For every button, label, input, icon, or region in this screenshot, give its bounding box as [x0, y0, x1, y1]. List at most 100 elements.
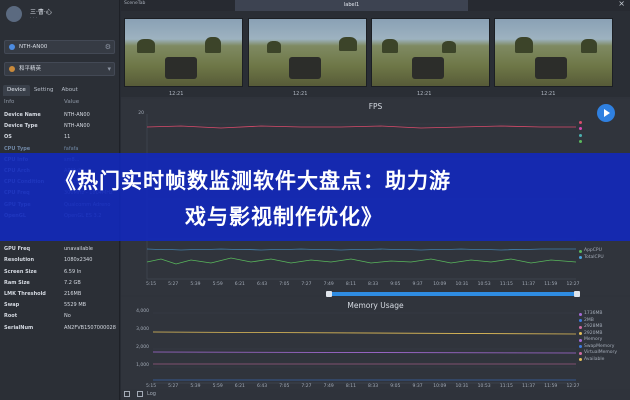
x-tick-label: 5:59 [212, 282, 223, 287]
banner-title-line1: 《热门实时帧数监测软件大盘点：助力游 [55, 169, 451, 193]
info-row: Swap 5529 MB [4, 301, 117, 312]
available-line [152, 331, 577, 335]
info-value: 5529 MB [64, 302, 87, 309]
screenshot-thumbnail[interactable] [124, 18, 243, 87]
device-select-value: NTH-AN00 [19, 44, 48, 50]
log-bar: Log [121, 389, 630, 400]
user-name: 三·曹·心 [30, 9, 52, 16]
tab-device[interactable]: Device [3, 85, 30, 96]
info-value: 1080x2340 [64, 257, 93, 264]
memory-line [152, 351, 577, 354]
info-row: LMK Threshold 216MB [4, 290, 117, 301]
avatar [6, 6, 22, 22]
x-tick-label: 9:37 [412, 282, 423, 287]
scene-tabbar: SceneTab label1 × [121, 0, 630, 11]
info-row: Ram Size 7.2 GB [4, 279, 117, 290]
x-tick-label: 11:59 [544, 282, 558, 287]
appcpu-line [146, 257, 577, 265]
info-value: 6.59 In [64, 268, 82, 275]
info-key: Swap [4, 302, 20, 309]
info-row: Device Type NTH-AN00 [4, 122, 117, 133]
info-key: SerialNum [4, 324, 34, 331]
column-value: Value [64, 99, 80, 105]
x-tick-label: 10:31 [455, 282, 469, 287]
column-info: Info [4, 99, 15, 105]
log-checkbox[interactable] [137, 391, 143, 397]
info-key: Device Name [4, 112, 41, 118]
x-tick-label: 11:37 [522, 282, 536, 287]
x-tick-label: 12:27 [566, 282, 580, 287]
info-value: 216MB [64, 291, 82, 297]
memory-ytick: 3,000 [136, 327, 149, 332]
screenshot-thumbnail[interactable] [371, 18, 490, 87]
x-tick-label: 7:05 [279, 282, 290, 287]
chevron-down-icon[interactable]: ▾ [107, 63, 111, 75]
x-tick-label: 11:15 [499, 282, 513, 287]
info-value: AN2FVB1507000028 [64, 324, 116, 331]
screenshot-thumbnail[interactable] [494, 18, 613, 87]
memory-panel: Memory Usage 4,000 3,000 2,000 1,000 173… [121, 297, 630, 389]
x-tick-label: 9:05 [390, 282, 401, 287]
settings-icon[interactable]: ⚙ [105, 41, 111, 53]
screenshot-strip: 12:21 12:21 12:21 12:21 [121, 11, 630, 97]
x-tick-label: 5:27 [168, 282, 179, 287]
info-key: OS [4, 134, 12, 141]
device-select[interactable]: NTH-AN00 ⚙ [4, 40, 115, 54]
thumbnail-time: 12:21 [541, 91, 556, 97]
info-row: OS 11 [4, 133, 117, 144]
memory-chart [152, 312, 577, 384]
app-select-value: 和平精英 [19, 66, 42, 72]
x-tick-label: 6:21 [234, 282, 245, 287]
info-row: Device Name NTH-AN00 [4, 111, 117, 122]
info-value: NTH-AN00 [64, 112, 90, 118]
tab-about[interactable]: About [58, 85, 82, 96]
memory-ytick: 4,000 [136, 309, 149, 314]
device-icon [9, 44, 15, 50]
info-key: Resolution [4, 257, 35, 264]
expand-icon[interactable] [124, 391, 130, 397]
memory-ytick: 1,000 [136, 363, 149, 368]
app-icon [9, 66, 15, 72]
tab-setting[interactable]: Setting [30, 85, 58, 96]
app-select[interactable]: 和平精英 ▾ [4, 62, 115, 76]
x-tick-label: 10:53 [477, 282, 491, 287]
user-subtitle: · · · [30, 16, 38, 21]
log-label: Log [147, 391, 156, 397]
info-value: unavailable [64, 246, 93, 253]
time-range-slider[interactable] [326, 291, 580, 297]
banner-title-line2: 戏与影视制作优化》 [185, 205, 383, 229]
scene-tab[interactable]: SceneTab [124, 1, 145, 6]
thumbnail-time: 12:21 [417, 91, 432, 97]
sidebar-tabs: Device Setting About [3, 85, 117, 96]
thumbnail-time: 12:21 [169, 91, 184, 97]
info-value: fafafa [64, 145, 79, 152]
fps-ytick: 20 [138, 111, 144, 116]
legend-available[interactable]: Available [579, 357, 617, 364]
label-tab[interactable]: label1 [235, 0, 468, 11]
totalcpu-line [146, 248, 576, 251]
info-key: Root [4, 313, 18, 320]
info-key: LMK Threshold [4, 291, 46, 297]
info-row: Resolution 1080x2340 [4, 256, 117, 267]
memory-legend: 1736MB 2MB 2928MB 2920MB Memory SwapMemo… [579, 311, 617, 363]
x-tick-label: 7:27 [301, 282, 312, 287]
x-tick-label: 10:09 [433, 282, 447, 287]
x-tick-label: 8:33 [368, 282, 379, 287]
screenshot-thumbnail[interactable] [248, 18, 367, 87]
x-tick-label: 5:15 [145, 282, 157, 287]
info-row: Root No [4, 312, 117, 323]
info-key: Screen Size [4, 268, 37, 275]
title-banner: 《热门实时帧数监测软件大盘点：助力游 戏与影视制作优化》 [0, 153, 630, 241]
x-tick-label: 8:11 [345, 282, 356, 287]
fps-line [146, 125, 576, 129]
x-tick-label: 7:49 [323, 282, 334, 287]
info-value: No [64, 313, 71, 320]
info-row: SerialNum AN2FVB1507000028 [4, 324, 117, 335]
user-profile[interactable]: 三·曹·心 · · · [4, 4, 116, 24]
info-key: GPU Freq [4, 246, 31, 253]
info-key: Device Type [4, 123, 38, 130]
info-row: Screen Size 6.59 In [4, 268, 117, 279]
close-icon[interactable]: × [618, 0, 625, 8]
info-key: CPU Type [4, 145, 31, 152]
memory-ytick: 2,000 [136, 345, 149, 350]
